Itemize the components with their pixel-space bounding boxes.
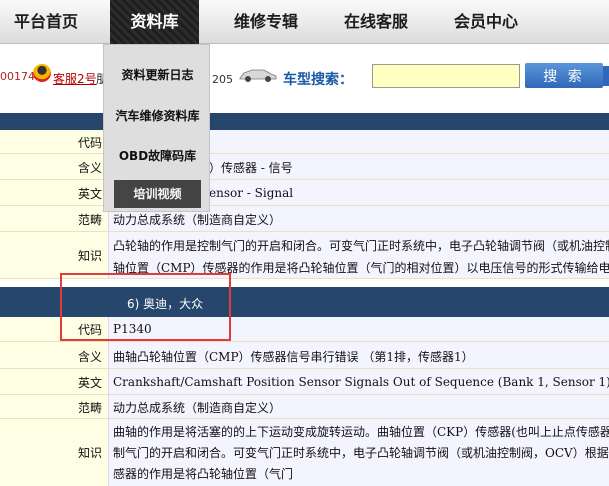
row-label: 英文 <box>77 376 102 390</box>
nav-member-center[interactable]: 会员中心 <box>454 0 518 44</box>
table-row: 知识 曲轴的作用是将活塞的的上下运动变成旋转运动。曲轴位置（CKP）传感器(也叫… <box>0 419 609 486</box>
table-row: 英文 Crankshaft/Camshaft Position Sensor S… <box>0 369 609 395</box>
row-label: 代码 <box>77 136 102 150</box>
model-search-label: 车型搜索： <box>283 72 353 88</box>
row-value: Crankshaft/Camshaft Position Sensor Sign… <box>108 369 609 394</box>
nav-online-service[interactable]: 在线客服 <box>344 0 408 44</box>
info-number: 205 <box>212 73 233 86</box>
phone-number: 00174 <box>0 70 35 83</box>
customer-service-link[interactable]: 客服2号 <box>53 70 97 87</box>
highlight-box <box>60 273 231 341</box>
row-value: 曲轴的作用是将活塞的的上下运动变成旋转运动。曲轴位置（CKP）传感器(也叫上止点… <box>108 419 609 486</box>
row-value: 凸轮轴的作用是控制气门的开启和闭合。可变气门正时系统中，电子凸轮轴调节阀（或机油… <box>108 232 609 278</box>
top-navigation: 平台首页 资料库 维修专辑 在线客服 会员中心 <box>0 0 609 44</box>
dropdown-training-videos[interactable]: 培训视频 <box>114 180 201 208</box>
row-label: 含义 <box>77 350 102 364</box>
row-label: 知识 <box>77 249 102 263</box>
table-row: 范畴 动力总成系统（制造商自定义） <box>0 395 609 419</box>
table-row: 范畴 动力总成系统（制造商自定义） <box>0 206 609 232</box>
car-icon <box>239 69 277 82</box>
row-label: 英文 <box>77 187 102 201</box>
model-search-input[interactable] <box>372 64 520 88</box>
dropdown-update-log[interactable]: 资料更新日志 <box>104 61 211 89</box>
nav-repair-album[interactable]: 维修专辑 <box>234 0 298 44</box>
nav-database[interactable]: 资料库 <box>110 0 199 44</box>
row-value: 动力总成系统（制造商自定义） <box>108 395 609 418</box>
section-header-band <box>0 113 609 130</box>
dropdown-repair-database[interactable]: 汽车维修资料库 <box>104 102 211 130</box>
dropdown-obd-codes[interactable]: OBD故障码库 <box>104 142 211 170</box>
row-value: 曲轴凸轮轴位置（CMP）传感器信号串行错误 （第1排，传感器1） <box>108 342 609 368</box>
table-row: 代码 <box>0 130 609 154</box>
database-dropdown-menu: 资料更新日志 汽车维修资料库 OBD故障码库 培训视频 <box>103 44 210 212</box>
info-search-bar: 00174 客服2号 朋 205 车型搜索： 搜 索 <box>0 52 609 102</box>
search-button[interactable]: 搜 索 <box>525 63 603 88</box>
search-bar-edge <box>603 66 609 86</box>
row-label: 含义 <box>77 161 102 175</box>
qq-icon[interactable] <box>33 64 51 82</box>
table-row: 知识 凸轮轴的作用是控制气门的开启和闭合。可变气门正时系统中，电子凸轮轴调节阀（… <box>0 232 609 279</box>
table-row: 含义 曲轴凸轮轴位置（CMP）传感器信号串行错误 （第1排，传感器1） <box>0 342 609 369</box>
table-row: 含义 ）传感器 - 信号 <box>0 154 609 180</box>
row-label: 知识 <box>77 446 102 460</box>
row-label: 范畴 <box>77 401 102 415</box>
nav-home[interactable]: 平台首页 <box>14 0 78 44</box>
row-label: 范畴 <box>77 213 102 227</box>
table-row: 英文 ensor - Signal <box>0 180 609 206</box>
